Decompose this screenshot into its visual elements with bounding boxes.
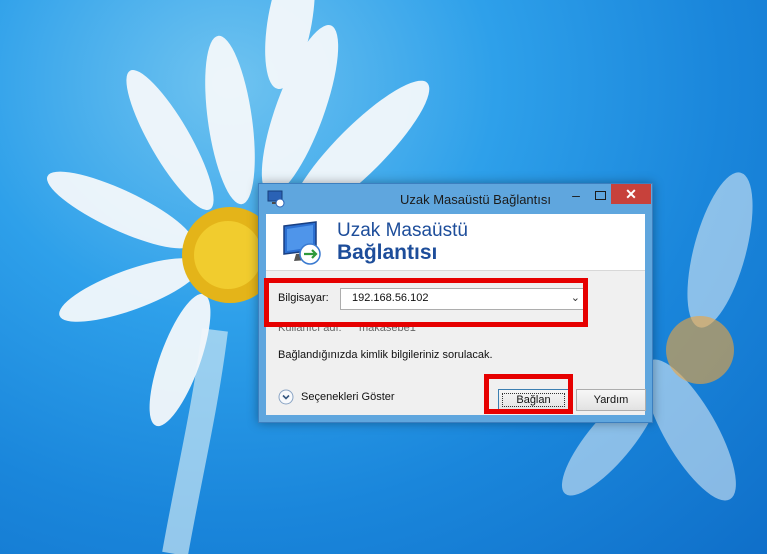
header-banner: Uzak Masaüstü Bağlantısı <box>266 214 645 271</box>
banner-title-line2: Bağlantısı <box>337 241 438 264</box>
highlight-connect-button <box>484 374 573 414</box>
maximize-icon <box>595 191 606 200</box>
show-options-label[interactable]: Seçenekleri Göster <box>301 391 395 403</box>
banner-title-line1: Uzak Masaüstü <box>337 220 468 241</box>
minimize-button[interactable]: – <box>566 188 586 204</box>
highlight-computer-field <box>264 278 588 327</box>
help-button[interactable]: Yardım <box>576 389 646 411</box>
rdp-monitor-icon <box>283 221 321 265</box>
desktop-background: Uzak Masaüstü Bağlantısı – ✕ Uzak Masaüs… <box>0 0 767 554</box>
window-titlebar[interactable]: Uzak Masaüstü Bağlantısı – ✕ <box>259 184 652 214</box>
chevron-down-circle-icon[interactable] <box>278 389 294 405</box>
credentials-note: Bağlandığınızda kimlik bilgileriniz soru… <box>278 349 493 361</box>
close-button[interactable]: ✕ <box>611 184 651 204</box>
maximize-button[interactable] <box>590 188 610 204</box>
